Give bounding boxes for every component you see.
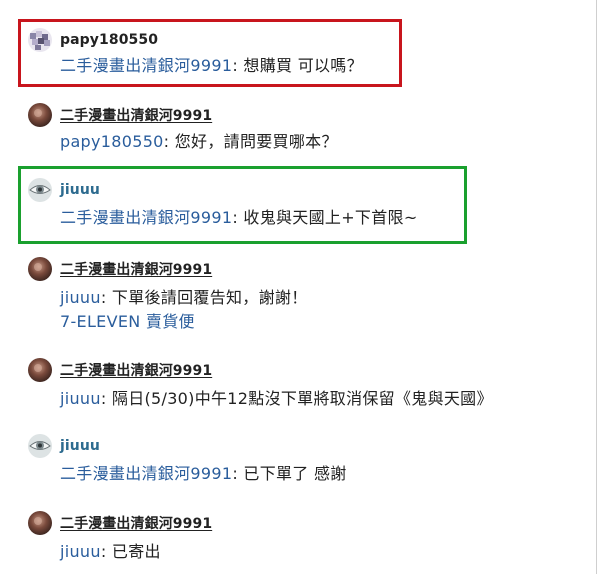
message-header: 二手漫畫出清銀河9991 [28, 511, 212, 535]
message-body: jiuuu: 已寄出 [60, 538, 161, 562]
mention-separator: : [163, 132, 175, 151]
photo-avatar-icon[interactable] [28, 511, 52, 535]
photo-avatar-icon[interactable] [28, 358, 52, 382]
message-header: 二手漫畫出清銀河9991 [28, 257, 212, 281]
sender-name[interactable]: papy180550 [60, 32, 158, 48]
photo-avatar-icon[interactable] [28, 103, 52, 127]
message-header: jiuuu [28, 178, 100, 202]
mention-link[interactable]: jiuuu [60, 542, 101, 561]
store-link[interactable]: 7-ELEVEN 賣貨便 [60, 308, 195, 332]
mention-separator: : [232, 208, 244, 227]
message-body: 二手漫畫出清銀河9991: 想購買 可以嗎？ [60, 52, 363, 76]
mention-link[interactable]: jiuuu [60, 288, 101, 307]
message-body: 二手漫畫出清銀河9991: 收鬼與天國上+下首限~ [60, 204, 418, 228]
sender-name[interactable]: 二手漫畫出清銀河9991 [60, 105, 212, 125]
mention-separator: : [100, 389, 112, 408]
eye-avatar-icon[interactable] [28, 434, 52, 458]
photo-avatar-icon[interactable] [28, 257, 52, 281]
message-header: papy180550 [28, 28, 158, 52]
message-text: 已下單了 感謝 [243, 464, 347, 483]
mention-separator: : [100, 288, 112, 307]
mention-link[interactable]: papy180550 [60, 132, 164, 151]
mention-separator: : [232, 56, 244, 75]
message-header: jiuuu [28, 434, 100, 458]
message-body: jiuuu: 下單後請回覆告知，謝謝！ [60, 284, 308, 308]
message-body: papy180550: 您好，請問要買哪本？ [60, 128, 338, 152]
message-text: 收鬼與天國上+下首限~ [243, 208, 418, 227]
message-text: 隔日(5/30)中午12點沒下單將取消保留《鬼與天國》 [111, 389, 493, 408]
message-text: 下單後請回覆告知，謝謝！ [111, 288, 308, 307]
message-body: jiuuu: 隔日(5/30)中午12點沒下單將取消保留《鬼與天國》 [60, 385, 493, 409]
message-header: 二手漫畫出清銀河9991 [28, 103, 212, 127]
sender-name[interactable]: jiuuu [60, 182, 100, 198]
message-text: 想購買 可以嗎？ [243, 56, 363, 75]
message-body: 二手漫畫出清銀河9991: 已下單了 感謝 [60, 460, 347, 484]
message-text: 您好，請問要買哪本？ [174, 132, 338, 151]
sender-name[interactable]: 二手漫畫出清銀河9991 [60, 259, 212, 279]
mention-separator: : [232, 464, 244, 483]
sender-name[interactable]: jiuuu [60, 438, 100, 454]
mention-link[interactable]: 二手漫畫出清銀河9991 [60, 464, 232, 483]
eye-avatar-icon[interactable] [28, 178, 52, 202]
mention-separator: : [100, 542, 112, 561]
mention-link[interactable]: 二手漫畫出清銀河9991 [60, 208, 232, 227]
mention-link[interactable]: jiuuu [60, 389, 101, 408]
mosaic-avatar-icon[interactable] [28, 28, 52, 52]
scrollbar[interactable] [596, 0, 597, 574]
message-header: 二手漫畫出清銀河9991 [28, 358, 212, 382]
sender-name[interactable]: 二手漫畫出清銀河9991 [60, 513, 212, 533]
mention-link[interactable]: 二手漫畫出清銀河9991 [60, 56, 232, 75]
sender-name[interactable]: 二手漫畫出清銀河9991 [60, 360, 212, 380]
message-text: 已寄出 [111, 542, 161, 561]
